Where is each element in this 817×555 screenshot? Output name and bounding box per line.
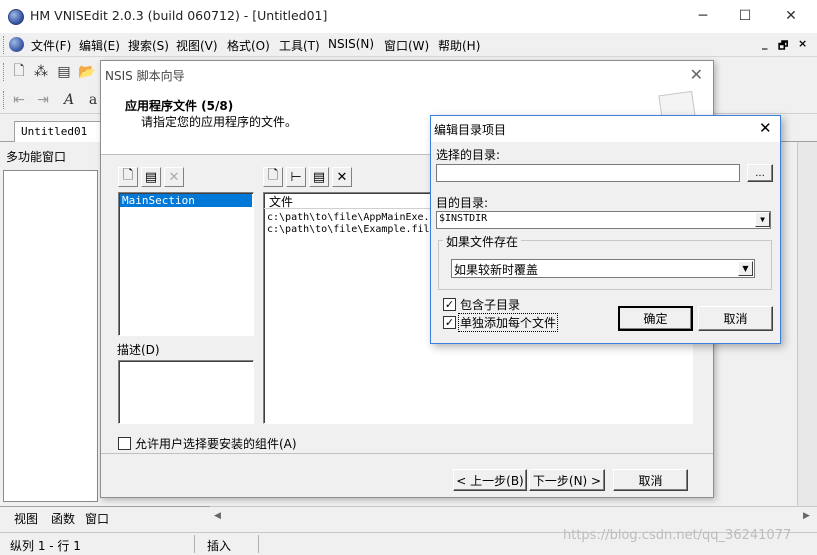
menu-view[interactable]: 视图(V) [176, 37, 218, 54]
menu-help[interactable]: 帮助(H) [438, 37, 480, 54]
edit-section-button[interactable]: ▤ [141, 167, 161, 187]
ok-button[interactable]: 确定 [618, 306, 693, 331]
menu-format[interactable]: 格式(O) [227, 37, 270, 54]
open-folder-icon[interactable]: 📂 [78, 63, 96, 81]
overwrite-group-label: 如果文件存在 [443, 233, 522, 250]
dest-dir-value: $INSTDIR [439, 213, 488, 224]
outdent-icon[interactable]: ⇥ [34, 91, 52, 109]
description-box[interactable] [118, 360, 254, 424]
multi-function-panel: 多功能窗口 [0, 142, 98, 530]
wizard-step-description: 请指定您的应用程序的文件。 [141, 115, 298, 129]
dest-dir-combobox[interactable]: $INSTDIR ▼ [436, 211, 771, 229]
allow-select-label: 允许用户选择要安装的组件(A) [135, 437, 297, 451]
panel-title: 多功能窗口 [6, 150, 67, 164]
status-mode: 插入 [207, 539, 232, 553]
chevron-down-icon[interactable]: ▼ [755, 212, 770, 227]
menu-tools[interactable]: 工具(T) [279, 37, 320, 54]
panel-content [3, 170, 98, 502]
allow-select-checkbox[interactable] [118, 437, 131, 450]
status-divider [194, 535, 195, 553]
scroll-left-icon[interactable]: ◀ [214, 511, 221, 521]
tab-functions[interactable]: 函数 [51, 510, 75, 527]
source-dir-label: 选择的目录: [436, 148, 501, 162]
tab-untitled01[interactable]: Untitled01 [14, 121, 102, 142]
edit-cancel-button[interactable]: 取消 [698, 306, 773, 331]
wizard-title-bar: NSIS 脚本向导 ✕ [101, 61, 713, 89]
edit-dialog-close-icon[interactable]: ✕ [759, 119, 772, 137]
include-subdirs-label: 包含子目录 [460, 298, 521, 312]
menu-edit[interactable]: 编辑(E) [79, 37, 120, 54]
add-each-file-label: 单独添加每个文件 [458, 313, 559, 332]
main-title-bar: HM VNISEdit 2.0.3 (build 060712) - [Unti… [0, 0, 817, 33]
new-file-icon[interactable]: 🗋 [10, 63, 28, 81]
add-directory-button[interactable]: ⊢ [286, 167, 306, 187]
document-system-icon[interactable] [9, 37, 24, 52]
maximize-button[interactable]: ☐ [722, 0, 768, 33]
include-subdirs-checkbox[interactable]: ✓ [443, 298, 456, 311]
sections-list[interactable]: MainSection [118, 192, 254, 336]
browse-button[interactable]: ... [747, 164, 773, 182]
wizard-footer-divider [101, 453, 713, 454]
description-label: 描述(D) [117, 343, 160, 357]
source-dir-input[interactable] [436, 164, 740, 182]
menu-bar: 文件(F) 编辑(E) 搜索(S) 视图(V) 格式(O) 工具(T) NSIS… [0, 33, 817, 57]
close-button[interactable]: ✕ [768, 0, 814, 33]
add-file-button[interactable]: 🗋 [263, 167, 283, 187]
add-each-file-checkbox[interactable]: ✓ [443, 316, 456, 329]
tab-view[interactable]: 视图 [14, 510, 38, 527]
menubar-grip[interactable] [3, 36, 6, 54]
delete-file-button[interactable]: ✕ [332, 167, 352, 187]
overwrite-select[interactable]: 如果较新时覆盖 ▼ [451, 259, 755, 278]
properties-icon: ▤ [312, 169, 326, 185]
edit-directory-dialog: 编辑目录项目 ✕ 选择的目录: ... 目的目录: $INSTDIR ▼ 如果文… [430, 115, 781, 344]
overwrite-value: 如果较新时覆盖 [454, 263, 539, 277]
back-button[interactable]: < 上一步(B) [453, 469, 527, 491]
mdi-minimize-button[interactable]: _ [762, 37, 768, 50]
indent-icon[interactable]: ⇤ [10, 91, 28, 109]
list-item[interactable]: MainSection [120, 194, 252, 207]
scroll-right-icon[interactable]: ▶ [803, 511, 810, 521]
mdi-close-button[interactable]: × [798, 37, 807, 50]
status-divider [258, 535, 259, 553]
watermark: https://blog.csdn.net/qq_36241077 [563, 528, 792, 543]
menu-window[interactable]: 窗口(W) [384, 37, 429, 54]
add-section-button[interactable]: 🗋 [118, 167, 138, 187]
delete-icon: ✕ [168, 169, 180, 185]
editor-horizontal-scrollbar[interactable]: ◀ ▶ [210, 506, 817, 526]
toolbar-grip[interactable] [3, 63, 6, 81]
app-icon [8, 9, 24, 25]
status-position: 纵列 1 - 行 1 [10, 539, 81, 553]
editor-vertical-scrollbar[interactable] [797, 142, 817, 506]
edit-dialog-title-bar: 编辑目录项目 ✕ [431, 116, 780, 142]
edit-dialog-title: 编辑目录项目 [434, 123, 507, 137]
template-icon[interactable]: ▤ [55, 63, 73, 81]
directory-tree-icon: ⊢ [290, 169, 302, 185]
new-file-icon: 🗋 [267, 168, 279, 183]
tab-windows[interactable]: 窗口 [85, 510, 109, 527]
delete-section-button[interactable]: ✕ [164, 167, 184, 187]
menu-search[interactable]: 搜索(S) [128, 37, 169, 54]
wizard-cancel-button[interactable]: 取消 [613, 469, 688, 491]
wizard-title: NSIS 脚本向导 [105, 69, 185, 83]
font-icon[interactable]: A [60, 91, 78, 109]
next-button[interactable]: 下一步(N) > [529, 469, 605, 491]
edit-file-button[interactable]: ▤ [309, 167, 329, 187]
mdi-restore-button[interactable]: 🗗 [778, 37, 788, 56]
window-title: HM VNISEdit 2.0.3 (build 060712) - [Unti… [30, 8, 328, 23]
toolbar-grip[interactable] [3, 91, 6, 109]
new-section-icon: 🗋 [122, 168, 134, 183]
menu-file[interactable]: 文件(F) [31, 37, 71, 54]
menu-nsis[interactable]: NSIS(N) [328, 37, 374, 51]
properties-icon: ▤ [144, 169, 158, 185]
wizard-step-heading: 应用程序文件 (5/8) [125, 99, 234, 113]
dest-dir-label: 目的目录: [436, 196, 489, 210]
wizard-close-icon[interactable]: ✕ [690, 65, 703, 84]
delete-icon: ✕ [336, 169, 348, 185]
chevron-down-icon[interactable]: ▼ [738, 261, 753, 276]
wizard-icon[interactable]: ⁂ [32, 63, 50, 81]
minimize-button[interactable]: ─ [680, 0, 726, 33]
